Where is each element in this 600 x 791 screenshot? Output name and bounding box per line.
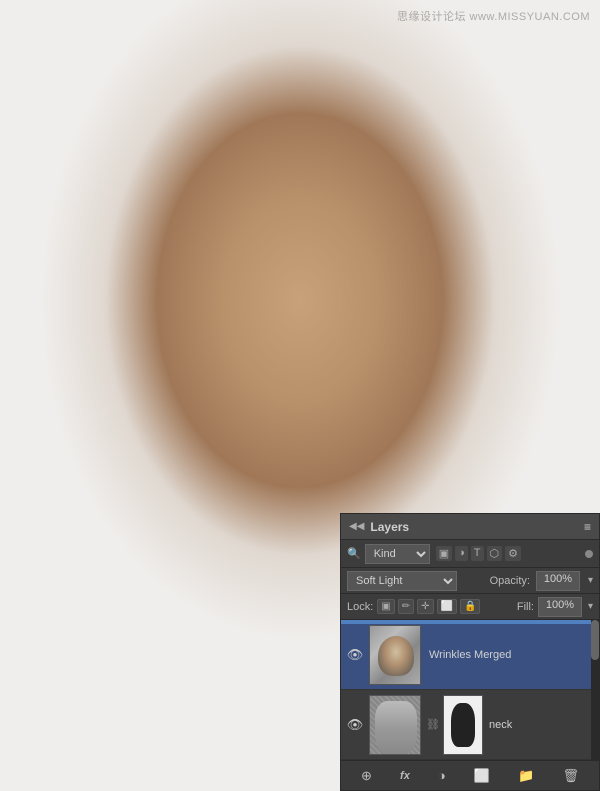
opacity-value[interactable]: 100% xyxy=(536,571,580,591)
layer-name-wrinkles: Wrinkles Merged xyxy=(429,649,595,661)
fill-value[interactable]: 100% xyxy=(538,597,582,617)
visibility-toggle-neck[interactable]: 👁 xyxy=(345,717,365,733)
mask-shape xyxy=(451,703,475,747)
collapse-icon[interactable]: ◀◀ xyxy=(349,521,364,532)
delete-layer-button[interactable]: 🗑 xyxy=(558,766,583,786)
panel-menu-icon[interactable]: ≡ xyxy=(584,520,591,534)
selection-band xyxy=(341,620,599,624)
layer-row[interactable]: 👁 Wrinkles Merged xyxy=(341,620,599,690)
layer-name-neck: neck xyxy=(489,719,595,731)
visibility-toggle-wrinkles[interactable]: 👁 xyxy=(345,647,365,663)
lock-all-icon[interactable]: 🔒 xyxy=(460,599,480,614)
lock-row: Lock: ▣ ✏ ✛ ⬜ 🔒 Fill: 100% ▾ xyxy=(341,594,599,620)
shape-filter-icon[interactable]: ⬡ xyxy=(487,546,503,561)
layer-mask-neck xyxy=(443,695,483,755)
filter-dot xyxy=(585,550,593,558)
filter-row: 🔍 Kind ▣ ◑ T ⬡ ⚙ xyxy=(341,540,599,568)
smart-filter-icon[interactable]: ⚙ xyxy=(505,546,521,561)
opacity-label: Opacity: xyxy=(490,575,530,587)
layers-toolbar: ⊕ fx ◑ ⬜ 📁 🗑 xyxy=(341,760,599,790)
thumb-inner-neck xyxy=(370,696,420,754)
link-chain-icon: ⛓ xyxy=(426,718,440,731)
opacity-chevron: ▾ xyxy=(588,575,593,586)
panel-header-left: ◀◀ Layers xyxy=(349,520,409,534)
lock-artboard-icon[interactable]: ⬜ xyxy=(437,599,457,614)
add-mask-button[interactable]: ⬜ xyxy=(470,766,494,786)
panel-header: ◀◀ Layers ≡ xyxy=(341,514,599,540)
scrollbar[interactable] xyxy=(591,620,599,760)
fill-label: Fill: xyxy=(517,601,534,613)
filter-icons: ▣ ◑ T ⬡ ⚙ xyxy=(436,546,521,561)
watermark: 思缘设计论坛 www.MISSYUAN.COM xyxy=(397,8,590,24)
blend-mode-select[interactable]: Soft Light xyxy=(347,571,457,591)
layers-panel: ◀◀ Layers ≡ 🔍 Kind ▣ ◑ T ⬡ ⚙ Soft Light … xyxy=(340,513,600,791)
type-filter-icon[interactable]: T xyxy=(471,546,484,561)
add-folder-button[interactable]: 📁 xyxy=(514,766,538,786)
add-adjustment-button[interactable]: ◑ xyxy=(434,766,450,785)
neck-face-shape xyxy=(375,701,417,755)
layer-row[interactable]: 👁 ⛓ neck xyxy=(341,690,599,760)
panel-title: Layers xyxy=(370,520,409,534)
layers-list: 👁 Wrinkles Merged 👁 ⛓ neck xyxy=(341,620,599,760)
lock-paint-icon[interactable]: ✏ xyxy=(398,599,414,614)
mask-inner xyxy=(444,696,482,754)
thumb-inner xyxy=(370,626,420,684)
lock-icons: ▣ ✏ ✛ ⬜ 🔒 xyxy=(377,599,480,614)
scroll-thumb[interactable] xyxy=(591,620,599,660)
adjustment-filter-icon[interactable]: ◑ xyxy=(455,546,468,561)
fx-button[interactable]: fx xyxy=(396,768,414,784)
link-layers-button[interactable]: ⊕ xyxy=(357,766,376,786)
fill-chevron: ▾ xyxy=(588,601,593,612)
lock-label: Lock: xyxy=(347,601,373,613)
lock-move-icon[interactable]: ✛ xyxy=(417,599,433,614)
layer-thumbnail-neck xyxy=(369,695,421,755)
pixel-filter-icon[interactable]: ▣ xyxy=(436,546,452,561)
search-icon: 🔍 xyxy=(347,547,361,560)
lock-pixels-icon[interactable]: ▣ xyxy=(377,599,394,614)
kind-select[interactable]: Kind xyxy=(365,544,430,564)
blend-mode-row: Soft Light Opacity: 100% ▾ xyxy=(341,568,599,594)
layer-thumbnail-wrinkles xyxy=(369,625,421,685)
